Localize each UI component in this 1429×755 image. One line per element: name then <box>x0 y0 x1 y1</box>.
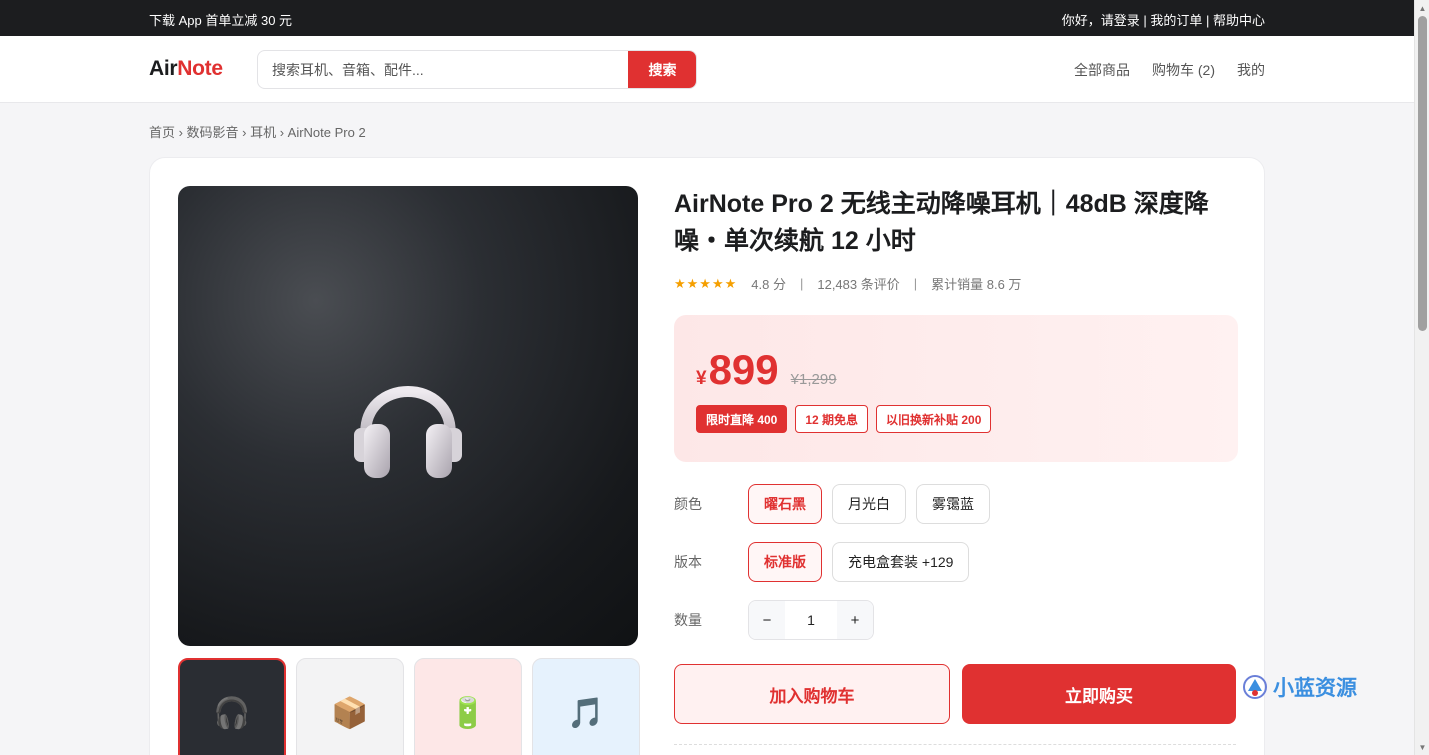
quantity-increment-button[interactable]: + <box>837 601 873 639</box>
watermark-logo-icon <box>1243 675 1267 699</box>
promo-tag-tradein: 以旧换新补贴 200 <box>876 405 992 433</box>
product-card: 🎧 📦 🔋 🎵 AirNote Pro 2 无线主动降噪耳机｜48dB 深度降噪… <box>149 157 1265 755</box>
product-title: AirNote Pro 2 无线主动降噪耳机｜48dB 深度降噪・单次续航 12… <box>674 190 1209 255</box>
scroll-up-icon[interactable]: ▲ <box>1415 1 1429 15</box>
promo-tags: 限时直降 400 12 期免息 以旧换新补贴 200 <box>696 405 1216 433</box>
quantity-decrement-button[interactable]: − <box>749 601 785 639</box>
account-links[interactable]: 你好，请登录 | 我的订单 | 帮助中心 <box>1062 10 1265 29</box>
thumbnail-1[interactable]: 🎧 <box>178 658 286 755</box>
search-bar: 搜索 <box>257 50 697 89</box>
search-button[interactable]: 搜索 <box>628 51 696 88</box>
color-selector: 颜色 曜石黑 月光白 雾霭蓝 <box>674 484 1238 524</box>
logo[interactable]: AirNote <box>149 57 223 81</box>
currency-symbol: ¥ <box>696 368 707 389</box>
headphones-icon: 🎧 <box>213 696 251 730</box>
thumbnail-2[interactable]: 📦 <box>296 658 404 755</box>
color-option-white[interactable]: 月光白 <box>832 484 906 524</box>
review-count[interactable]: 12,483 条评价 <box>817 274 899 293</box>
thumbnail-3[interactable]: 🔋 <box>414 658 522 755</box>
divider <box>674 744 1236 745</box>
current-price: 899 <box>708 346 779 393</box>
site-header: AirNote 搜索 全部商品 购物车 (2) 我的 <box>0 36 1414 103</box>
main-nav: 全部商品 购物车 (2) 我的 <box>1074 60 1265 80</box>
quantity-label: 数量 <box>674 612 702 628</box>
package-icon: 📦 <box>331 696 369 730</box>
promo-tag-discount: 限时直降 400 <box>696 405 788 433</box>
purchase-actions: 加入购物车 立即购买 <box>674 664 1236 724</box>
top-bar: 下载 App 首单立减 30 元 你好，请登录 | 我的订单 | 帮助中心 <box>0 0 1414 36</box>
quantity-input[interactable]: 1 <box>785 601 837 639</box>
version-label: 版本 <box>674 554 702 570</box>
buy-now-button[interactable]: 立即购买 <box>962 664 1236 724</box>
quantity-stepper: − 1 + <box>748 600 874 640</box>
watermark-text: 小蓝资源 <box>1273 677 1357 700</box>
version-option-bundle[interactable]: 充电盒套装 +129 <box>832 542 970 582</box>
meta-divider: | <box>799 276 804 291</box>
scrollbar-thumb[interactable] <box>1418 16 1427 331</box>
add-to-cart-button[interactable]: 加入购物车 <box>674 664 950 724</box>
scroll-down-icon[interactable]: ▼ <box>1415 740 1429 754</box>
price-box: ¥ 899 ¥1,299 限时直降 400 12 期免息 以旧换新补贴 200 <box>674 315 1238 462</box>
product-main-image[interactable] <box>178 186 638 646</box>
sales-count: 累计销量 8.6 万 <box>931 277 1022 292</box>
product-info: AirNote Pro 2 无线主动降噪耳机｜48dB 深度降噪・单次续航 12… <box>674 186 1238 640</box>
battery-icon: 🔋 <box>449 696 487 730</box>
nav-all-products[interactable]: 全部商品 <box>1074 60 1130 80</box>
version-selector: 版本 标准版 充电盒套装 +129 <box>674 542 1238 582</box>
product-meta: ★★★★★ 4.8 分 | 12,483 条评价 | 累计销量 8.6 万 <box>674 274 1238 293</box>
nav-my-account[interactable]: 我的 <box>1237 60 1265 80</box>
color-option-blue[interactable]: 雾霭蓝 <box>916 484 990 524</box>
page-scrollbar[interactable]: ▲ ▼ <box>1414 0 1429 755</box>
color-option-black[interactable]: 曜石黑 <box>748 484 822 524</box>
price-line: ¥ 899 ¥1,299 <box>696 345 1216 395</box>
music-note-icon: 🎵 <box>567 696 605 730</box>
thumbnail-strip: 🎧 📦 🔋 🎵 <box>178 658 640 755</box>
logo-text-note: Note <box>177 57 223 80</box>
promo-text[interactable]: 下载 App 首单立减 30 元 <box>149 10 292 29</box>
version-option-standard[interactable]: 标准版 <box>748 542 822 582</box>
promo-tag-installment: 12 期免息 <box>795 405 869 433</box>
watermark: 小蓝资源 <box>1241 672 1357 702</box>
quantity-row: 数量 − 1 + <box>674 600 1238 640</box>
star-rating-icon: ★★★★★ <box>674 275 738 291</box>
breadcrumb[interactable]: 首页 › 数码影音 › 耳机 › AirNote Pro 2 <box>149 122 366 141</box>
original-price: ¥1,299 <box>790 371 837 388</box>
rating-score: 4.8 分 <box>751 277 786 292</box>
logo-text-air: Air <box>149 57 178 80</box>
headphones-icon <box>354 386 462 478</box>
version-options: 标准版 充电盒套装 +129 <box>748 542 970 582</box>
meta-divider: | <box>913 276 918 291</box>
color-label: 颜色 <box>674 496 702 512</box>
thumbnail-4[interactable]: 🎵 <box>532 658 640 755</box>
color-options: 曜石黑 月光白 雾霭蓝 <box>748 484 990 524</box>
nav-cart[interactable]: 购物车 (2) <box>1152 60 1215 80</box>
search-input[interactable] <box>258 51 630 88</box>
